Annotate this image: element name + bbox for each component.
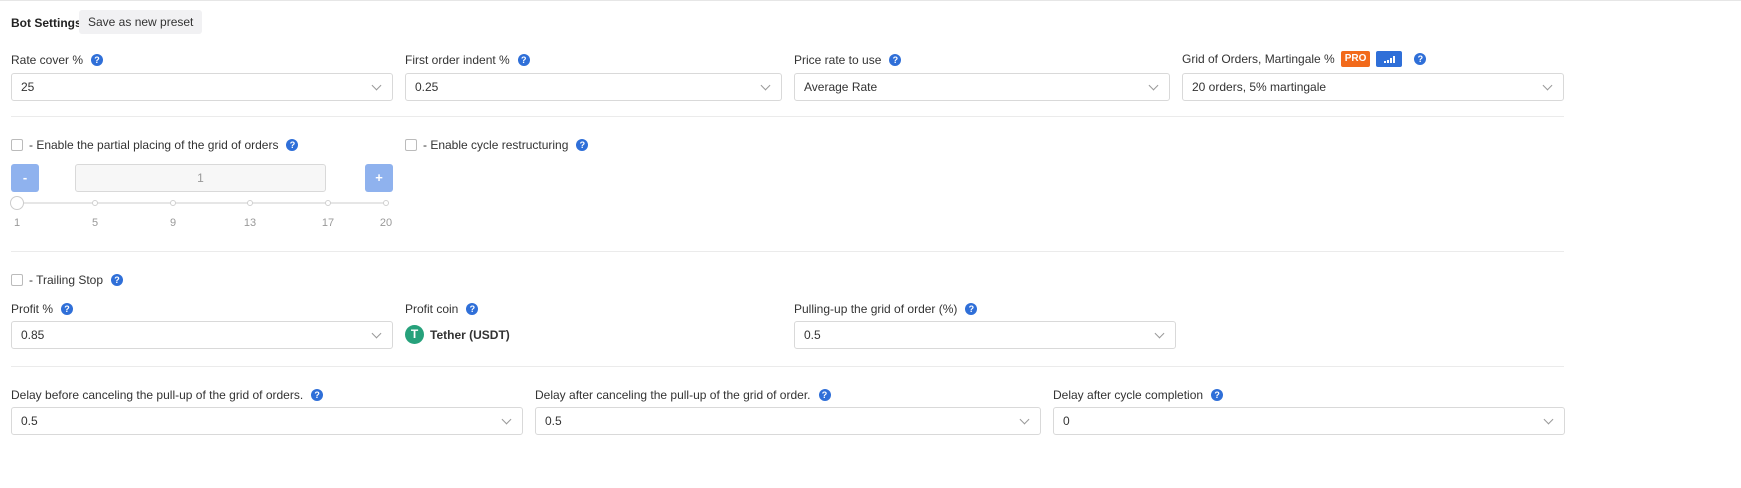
trailing-stop-checkbox[interactable]: [11, 274, 23, 286]
profit-coin-value: T Tether (USDT): [405, 325, 510, 344]
profit-coin-label: Profit coin ?: [405, 302, 479, 316]
slider-tick-label: 1: [13, 217, 21, 229]
help-icon[interactable]: ?: [466, 303, 479, 315]
help-icon[interactable]: ?: [965, 303, 978, 315]
help-icon[interactable]: ?: [576, 139, 589, 151]
slider-tick-label: 9: [169, 217, 177, 229]
partial-placing-toggle[interactable]: - Enable the partial placing of the grid…: [11, 138, 299, 152]
chevron-down-icon: [760, 80, 771, 90]
chevron-down-icon: [371, 80, 382, 90]
grid-count-input[interactable]: 1: [75, 164, 326, 192]
section-divider: [11, 366, 1564, 367]
section-divider: [11, 251, 1564, 252]
delay-before-cancel-label: Delay before canceling the pull-up of th…: [11, 388, 324, 402]
slider-tick-label: 20: [379, 217, 393, 229]
rate-cover-select[interactable]: 25: [11, 73, 393, 101]
help-icon[interactable]: ?: [1414, 53, 1427, 65]
cycle-restructuring-toggle[interactable]: - Enable cycle restructuring ?: [405, 138, 589, 152]
profit-pct-select[interactable]: 0.85: [11, 321, 393, 349]
grid-orders-label: Grid of Orders, Martingale % PRO ?: [1182, 51, 1427, 67]
slider-mark[interactable]: [170, 200, 176, 206]
delay-before-cancel-select[interactable]: 0.5: [11, 407, 523, 435]
help-icon[interactable]: ?: [91, 54, 104, 66]
grid-orders-select[interactable]: 20 orders, 5% martingale: [1182, 73, 1564, 101]
delay-after-cancel-select[interactable]: 0.5: [535, 407, 1041, 435]
chevron-down-icon: [371, 328, 382, 338]
delay-after-cancel-label: Delay after canceling the pull-up of the…: [535, 388, 831, 402]
profit-pct-label: Profit % ?: [11, 302, 74, 316]
chevron-down-icon: [1154, 328, 1165, 338]
section-divider: [11, 116, 1564, 117]
help-icon[interactable]: ?: [61, 303, 74, 315]
pull-up-label: Pulling-up the grid of order (%) ?: [794, 302, 978, 316]
help-icon[interactable]: ?: [286, 139, 299, 151]
slider-tick-label: 5: [91, 217, 99, 229]
tether-coin-icon: T: [405, 325, 424, 344]
price-rate-select[interactable]: Average Rate: [794, 73, 1170, 101]
signal-bars-icon[interactable]: [1376, 51, 1403, 67]
chevron-down-icon: [501, 414, 512, 424]
cycle-restructuring-checkbox[interactable]: [405, 139, 417, 151]
help-icon[interactable]: ?: [1211, 389, 1224, 401]
slider-tick-label: 13: [243, 217, 257, 229]
chevron-down-icon: [1148, 80, 1159, 90]
help-icon[interactable]: ?: [517, 54, 530, 66]
first-order-indent-label: First order indent % ?: [405, 53, 530, 67]
help-icon[interactable]: ?: [111, 274, 124, 286]
help-icon[interactable]: ?: [311, 389, 324, 401]
delay-after-cycle-label: Delay after cycle completion ?: [1053, 388, 1224, 402]
partial-placing-checkbox[interactable]: [11, 139, 23, 151]
slider-mark[interactable]: [247, 200, 253, 206]
slider-mark[interactable]: [92, 200, 98, 206]
slider-tick-label: 17: [321, 217, 335, 229]
help-icon[interactable]: ?: [889, 54, 902, 66]
pro-badge: PRO: [1340, 51, 1371, 67]
first-order-indent-select[interactable]: 0.25: [405, 73, 782, 101]
save-preset-button[interactable]: Save as new preset: [79, 10, 203, 34]
chevron-down-icon: [1019, 414, 1030, 424]
trailing-stop-toggle[interactable]: - Trailing Stop ?: [11, 273, 124, 287]
delay-after-cycle-select[interactable]: 0: [1053, 407, 1565, 435]
slider-handle[interactable]: [10, 196, 24, 210]
rate-cover-label: Rate cover % ?: [11, 53, 104, 67]
bot-settings-panel: Bot Settings Save as new preset Rate cov…: [0, 0, 1741, 488]
chevron-down-icon: [1543, 414, 1554, 424]
pull-up-select[interactable]: 0.5: [794, 321, 1176, 349]
slider-mark[interactable]: [383, 200, 389, 206]
increment-button[interactable]: +: [365, 164, 393, 192]
slider-mark[interactable]: [325, 200, 331, 206]
help-icon[interactable]: ?: [818, 389, 831, 401]
page-title: Bot Settings: [11, 16, 82, 30]
price-rate-label: Price rate to use ?: [794, 53, 902, 67]
chevron-down-icon: [1542, 80, 1553, 90]
decrement-button[interactable]: -: [11, 164, 39, 192]
